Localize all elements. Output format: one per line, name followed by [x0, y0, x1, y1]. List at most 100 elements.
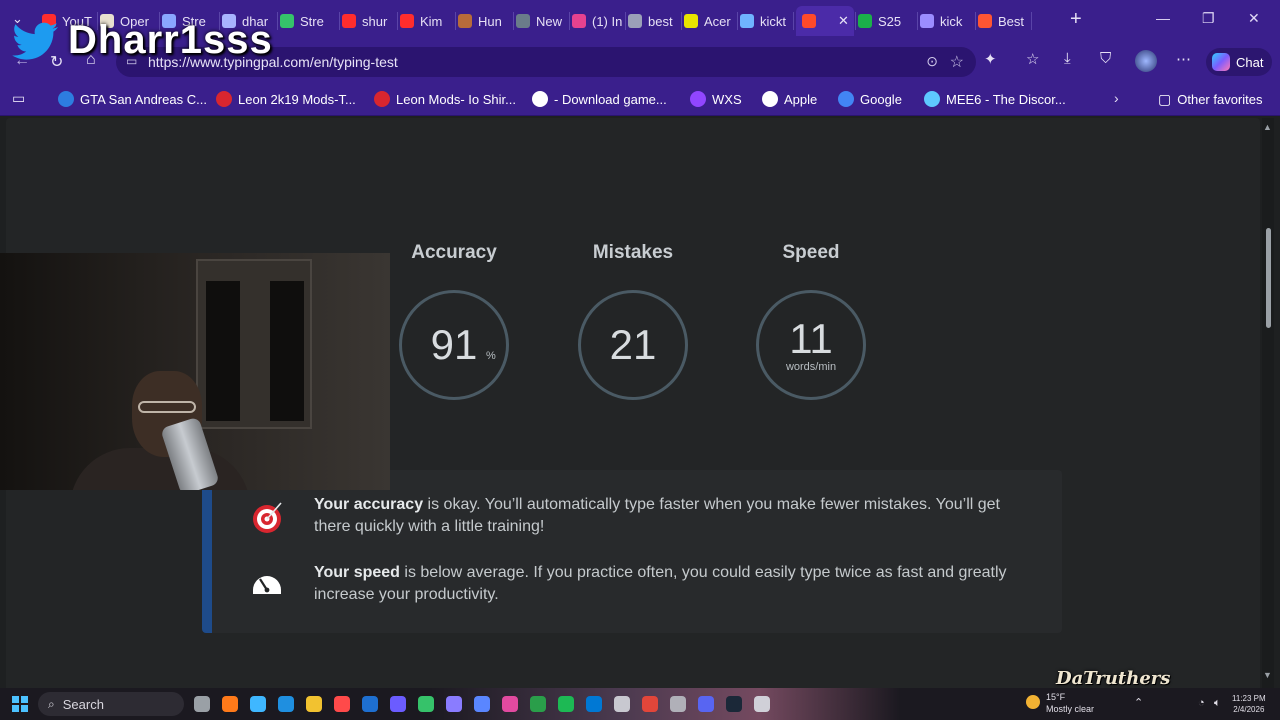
browser-tab[interactable]: S25	[858, 8, 916, 34]
store-icon[interactable]	[334, 696, 350, 712]
weather-desc[interactable]: Mostly clear	[1046, 704, 1094, 715]
favorite-link[interactable]: Google	[838, 91, 902, 107]
accuracy-unit: %	[486, 350, 496, 362]
scroll-down-icon[interactable]: ▼	[1263, 670, 1272, 680]
browser-tab[interactable]: Hun	[458, 8, 512, 34]
reading-view-icon[interactable]: ⊙	[926, 53, 938, 70]
downloads-icon[interactable]: ⤓	[1064, 50, 1071, 67]
start-button[interactable]	[12, 696, 28, 712]
tab-bar-icon[interactable]: ▭	[12, 90, 25, 107]
browser-tab[interactable]: Best	[978, 8, 1030, 34]
favorite-link[interactable]: Leon 2k19 Mods-T...	[216, 91, 356, 107]
network-icon[interactable]: ◔	[1198, 698, 1205, 709]
favorite-link[interactable]: WXS	[690, 91, 742, 107]
speed-unit: words/min	[785, 361, 837, 373]
tab-separator	[569, 12, 570, 30]
streamer-name: Dharr1sss	[68, 18, 273, 62]
browser-tab[interactable]: New	[516, 8, 568, 34]
mail-icon[interactable]	[474, 696, 490, 712]
target-icon	[253, 502, 282, 533]
accuracy-feedback: Your accuracy is okay. You’ll automatica…	[250, 494, 1010, 538]
app-icon[interactable]	[642, 696, 658, 712]
copilot-app-icon[interactable]	[250, 696, 266, 712]
twitter-bird-icon	[12, 22, 59, 60]
scroll-up-icon[interactable]: ▲	[1263, 122, 1272, 132]
scroll-thumb[interactable]	[1266, 228, 1271, 328]
outlook-icon[interactable]	[362, 696, 378, 712]
app-icon[interactable]	[670, 696, 686, 712]
browser-tab[interactable]: Acer	[684, 8, 736, 34]
speed-feedback-strong: Your speed	[314, 564, 400, 581]
file-explorer-icon[interactable]	[306, 696, 322, 712]
browser-tab[interactable]: Kim	[400, 8, 454, 34]
page-scrollbar[interactable]: ▲ ▼	[1262, 118, 1274, 688]
app-icon[interactable]	[586, 696, 602, 712]
windows-taskbar: ⌕ Search 15°F Mostly clear ⌃ ◔ 🔈︎ 11:23 …	[0, 688, 1280, 720]
task-view-icon[interactable]	[194, 696, 210, 712]
app-icon[interactable]	[754, 696, 770, 712]
browser-tab[interactable]: (1) In	[572, 8, 624, 34]
favorite-link[interactable]: Leon Mods- Io Shir...	[374, 91, 516, 107]
app-icon[interactable]	[446, 696, 462, 712]
folder-icon: ▢	[1158, 91, 1172, 107]
close-window-button[interactable]: ✕	[1248, 10, 1260, 27]
favorites-overflow-icon[interactable]: ›	[1114, 90, 1119, 106]
taskbar-clock[interactable]: 11:23 PM 2/4/2026	[1232, 693, 1266, 715]
taskbar-search[interactable]: ⌕ Search	[38, 692, 184, 716]
teams-icon[interactable]	[390, 696, 406, 712]
close-tab-icon[interactable]: ✕	[838, 13, 849, 29]
clock-date: 2/4/2026	[1233, 705, 1265, 714]
browser-tab[interactable]: shur	[342, 8, 396, 34]
browser-tab[interactable]: best	[628, 8, 680, 34]
browser-tab[interactable]: kickt	[740, 8, 792, 34]
mistakes-stat: Mistakes 21	[573, 242, 693, 400]
mistakes-label: Mistakes	[592, 242, 674, 263]
weather-icon[interactable]	[1026, 695, 1040, 709]
restore-button[interactable]: ❐	[1202, 10, 1215, 27]
browser-essentials-icon[interactable]: ⛉	[1100, 50, 1111, 67]
weather-temp[interactable]: 15°F	[1046, 692, 1065, 703]
accuracy-stat: Accuracy 91 %	[394, 242, 514, 400]
tab-separator	[975, 12, 976, 30]
tray-overflow-icon[interactable]: ⌃	[1134, 698, 1143, 709]
speed-feedback: Your speed is below average. If you prac…	[250, 562, 1010, 606]
tab-separator	[737, 12, 738, 30]
app-icon[interactable]	[502, 696, 518, 712]
browser-tab[interactable]: Stre	[280, 8, 338, 34]
new-tab-button[interactable]: +	[1070, 8, 1082, 31]
accuracy-feedback-strong: Your accuracy	[314, 496, 424, 513]
browser-tab[interactable]: ✕	[796, 6, 854, 36]
speed-value: 11	[789, 315, 833, 362]
discord-icon[interactable]	[698, 696, 714, 712]
minimize-button[interactable]: —	[1156, 10, 1170, 26]
tab-label: best	[648, 13, 673, 29]
favorite-link[interactable]: GTA San Andreas C...	[58, 91, 207, 107]
favorite-link[interactable]: Apple	[762, 91, 817, 107]
chrome-icon[interactable]	[418, 696, 434, 712]
more-menu-icon[interactable]: ⋯	[1176, 50, 1191, 68]
xbox-icon[interactable]	[530, 696, 546, 712]
steam-icon[interactable]	[726, 696, 742, 712]
tab-label: shur	[362, 13, 388, 29]
favorite-label: GTA San Andreas C...	[80, 91, 207, 107]
favorites-icon[interactable]: ☆	[1026, 50, 1039, 68]
accuracy-label: Accuracy	[411, 242, 497, 263]
volume-icon[interactable]: 🔈︎	[1214, 698, 1221, 709]
spotify-icon[interactable]	[558, 696, 574, 712]
favorite-link[interactable]: - Download game...	[532, 91, 667, 107]
copilot-chat-button[interactable]: Chat	[1206, 48, 1272, 76]
extensions-icon[interactable]: ✦	[984, 50, 997, 68]
favorite-link[interactable]: MEE6 - The Discor...	[924, 91, 1066, 107]
favorite-label: Leon 2k19 Mods-T...	[238, 91, 356, 107]
favorite-star-icon[interactable]: ☆	[950, 52, 964, 72]
profile-avatar[interactable]	[1135, 50, 1157, 72]
search-label: Search	[62, 696, 104, 712]
favorite-favicon-icon	[690, 91, 706, 107]
app-icon[interactable]	[614, 696, 630, 712]
edge-icon[interactable]	[278, 696, 294, 712]
favorite-favicon-icon	[216, 91, 232, 107]
firefox-icon[interactable]	[222, 696, 238, 712]
tab-favicon-icon	[920, 14, 934, 28]
other-favorites-folder[interactable]: ▢ Other favorites	[1158, 91, 1263, 108]
browser-tab[interactable]: kick	[920, 8, 974, 34]
